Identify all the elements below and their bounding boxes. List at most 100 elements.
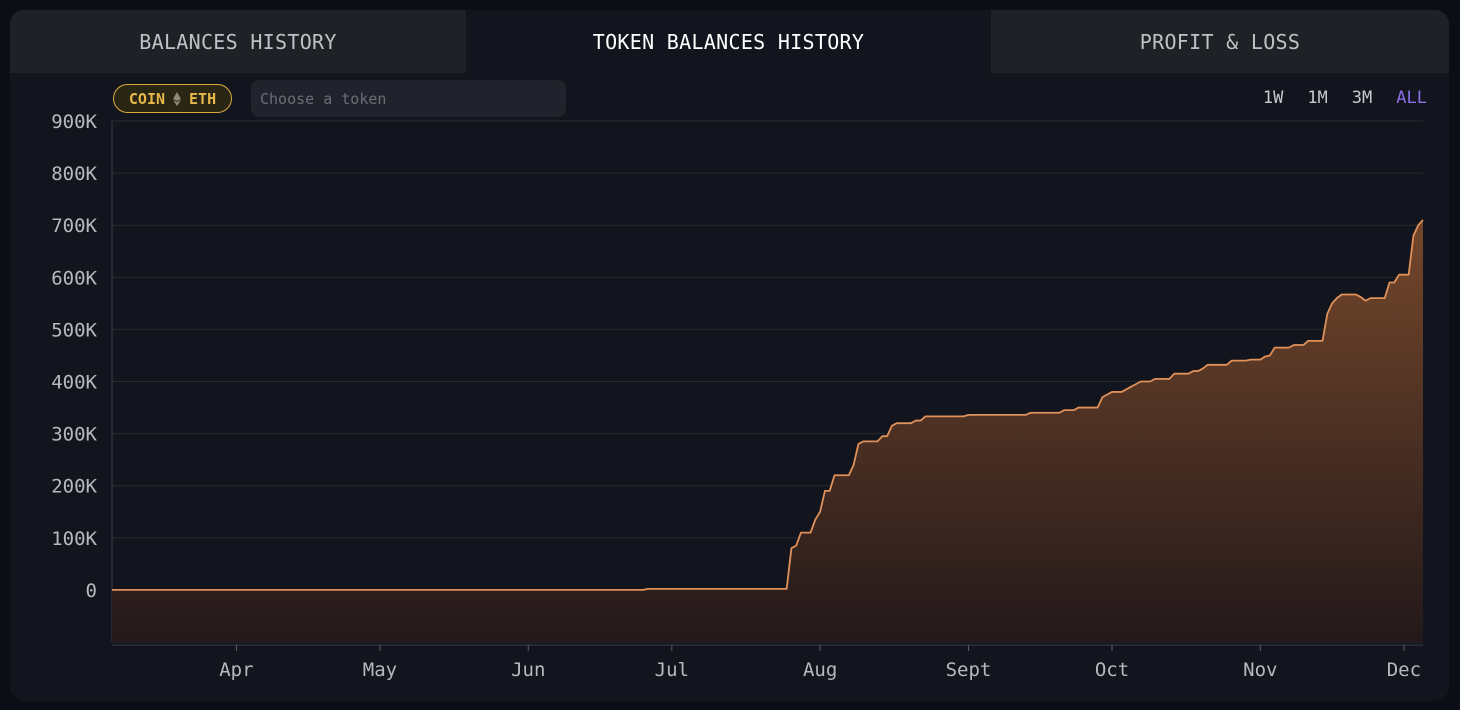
x-tick-label: May (363, 659, 397, 681)
data-point (858, 443, 859, 444)
data-point (882, 436, 883, 437)
data-point (834, 475, 835, 476)
data-point (1097, 407, 1098, 408)
y-tick-label: 200K (51, 476, 97, 498)
data-point (1308, 340, 1309, 341)
data-point (786, 588, 787, 589)
x-tick-label: Nov (1243, 659, 1277, 681)
data-point (1174, 373, 1175, 374)
data-point (1078, 407, 1079, 408)
data-point (1389, 282, 1390, 283)
data-point (915, 420, 916, 421)
data-point (810, 532, 811, 533)
data-point (1327, 313, 1328, 314)
data-point (1150, 381, 1151, 382)
data-point (877, 441, 878, 442)
data-point (1073, 410, 1074, 411)
data-point (1250, 359, 1251, 360)
y-tick-label: 400K (51, 372, 97, 394)
data-point (891, 425, 892, 426)
data-point (1422, 219, 1423, 220)
data-point (1107, 394, 1108, 395)
data-point (820, 511, 821, 512)
data-point (1341, 294, 1342, 295)
data-point (1293, 344, 1294, 345)
data-point (1398, 274, 1399, 275)
plot-area (111, 219, 1424, 643)
data-point (1303, 344, 1304, 345)
data-point (1336, 298, 1337, 299)
data-point (1131, 386, 1132, 387)
data-point (1360, 296, 1361, 297)
y-tick-label: 700K (51, 215, 97, 237)
data-point (1331, 303, 1332, 304)
data-point (1365, 300, 1366, 301)
x-tick-label: Oct (1095, 659, 1129, 681)
data-point (1322, 340, 1323, 341)
data-point (1418, 225, 1419, 226)
series-area-fill (112, 219, 1423, 643)
data-point (1126, 389, 1127, 390)
data-point (647, 588, 648, 589)
data-point (1245, 360, 1246, 361)
data-point (111, 589, 112, 590)
x-tick-label: Sept (946, 659, 992, 681)
data-point (1188, 373, 1189, 374)
data-point (1193, 370, 1194, 371)
data-point (925, 416, 926, 417)
y-tick-label: 800K (51, 163, 97, 185)
data-point (848, 475, 849, 476)
data-point (1121, 391, 1122, 392)
data-point (1169, 378, 1170, 379)
data-point (1231, 360, 1232, 361)
data-point (1288, 347, 1289, 348)
data-point (1025, 414, 1026, 415)
data-point (853, 464, 854, 465)
data-point (1111, 391, 1112, 392)
data-point (1413, 235, 1414, 236)
data-point (963, 416, 964, 417)
data-point (1394, 282, 1395, 283)
y-tick-label: 300K (51, 424, 97, 446)
y-tick-label: 0 (86, 580, 97, 602)
data-point (1154, 378, 1155, 379)
data-point (920, 420, 921, 421)
x-axis: Apr May Jun Jul Aug Sept Oct Nov Dec (112, 644, 1423, 681)
y-tick-label: 100K (51, 528, 97, 550)
data-point (1064, 410, 1065, 411)
x-tick-label: Jul (655, 659, 689, 681)
data-point (1202, 368, 1203, 369)
x-tick-label: Jun (511, 659, 545, 681)
data-point (968, 414, 969, 415)
data-point (1269, 355, 1270, 356)
data-point (1226, 364, 1227, 365)
data-point (1059, 412, 1060, 413)
y-tick-label: 600K (51, 267, 97, 289)
data-point (791, 548, 792, 549)
data-point (910, 423, 911, 424)
data-point (1102, 397, 1103, 398)
data-point (1384, 298, 1385, 299)
data-point (642, 589, 643, 590)
y-tick-label: 900K (51, 111, 97, 133)
data-point (824, 490, 825, 491)
data-point (1265, 356, 1266, 357)
data-point (896, 423, 897, 424)
data-point (1207, 364, 1208, 365)
data-point (1140, 381, 1141, 382)
y-axis: 0 100K 200K 300K 400K 500K 600K 700K 800K 900K (51, 111, 113, 642)
x-tick-label: Aug (803, 659, 837, 681)
data-point (815, 519, 816, 520)
data-point (1370, 298, 1371, 299)
data-point (1274, 347, 1275, 348)
data-point (887, 436, 888, 437)
data-point (1198, 370, 1199, 371)
balance-area-chart: 0 100K 200K 300K 400K 500K 600K 700K 800K 900K Ap… (51, 111, 1424, 681)
data-point (1030, 412, 1031, 413)
y-tick-label: 500K (51, 319, 97, 341)
data-point (863, 441, 864, 442)
x-tick-label: Apr (219, 659, 253, 681)
data-point (796, 545, 797, 546)
data-point (1260, 359, 1261, 360)
data-point (1408, 274, 1409, 275)
